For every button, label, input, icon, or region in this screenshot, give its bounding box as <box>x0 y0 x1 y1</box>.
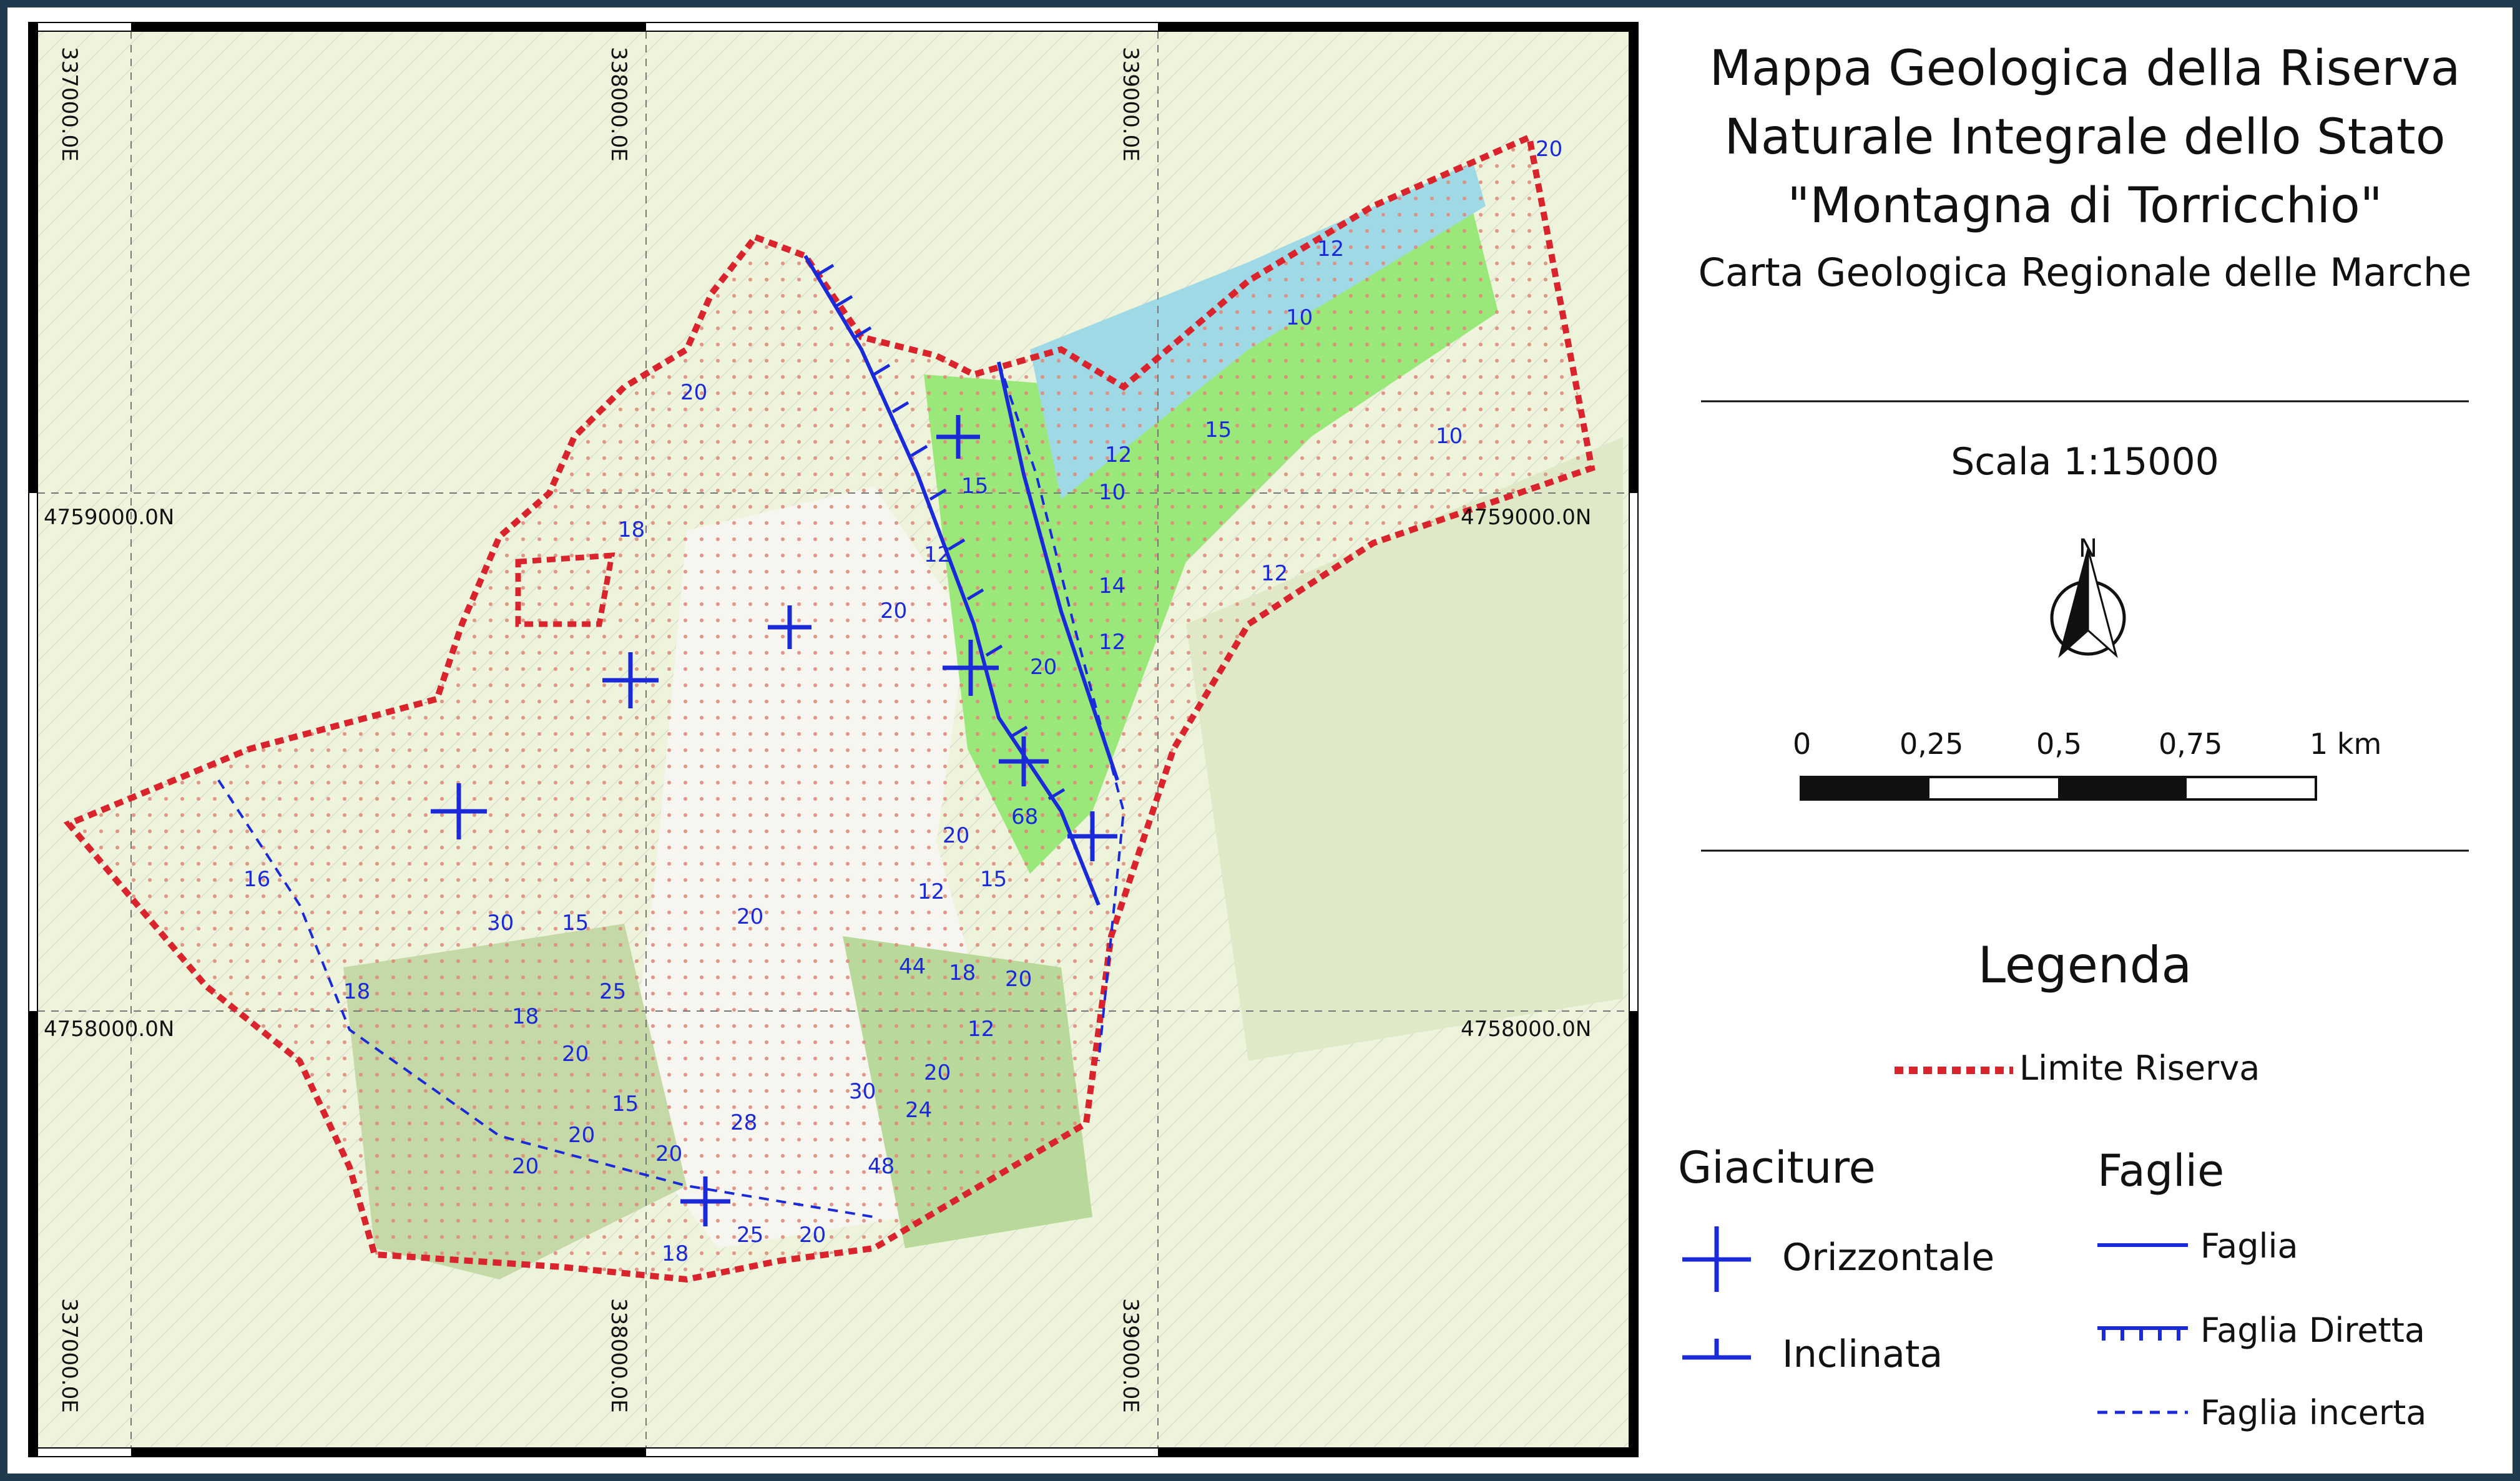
dip-label: 20 <box>512 1154 539 1179</box>
title-line-3: "Montagna di Torricchio" <box>1787 178 2383 234</box>
dip-label: 68 <box>1011 804 1038 829</box>
dip-label: 10 <box>1286 305 1313 330</box>
dip-label: 25 <box>737 1223 763 1248</box>
coord-x-bottom-2: 338000.0E <box>606 1298 631 1413</box>
legend-inclined-symbol <box>1682 1339 1751 1360</box>
scale-bar <box>1800 776 2317 801</box>
scale-tick-05: 0,5 <box>2036 727 2082 761</box>
scale-tick-075: 0,75 <box>2159 727 2223 761</box>
coord-x-top-3: 339000.0E <box>1118 47 1143 162</box>
title-line-2: Naturale Integrale dello Stato <box>1724 109 2446 165</box>
dip-label: 18 <box>343 979 370 1004</box>
scale-tick-0: 0 <box>1793 727 1812 761</box>
dip-label: 20 <box>655 1141 682 1166</box>
legend-orizzontale-label: Orizzontale <box>1782 1236 1995 1279</box>
dip-label: 18 <box>949 960 976 985</box>
dip-label: 44 <box>899 954 926 979</box>
dip-label: 25 <box>599 979 626 1004</box>
dip-label: 20 <box>1030 655 1057 680</box>
dip-label: 18 <box>662 1241 689 1266</box>
dip-label: 20 <box>799 1223 826 1248</box>
dip-label: 20 <box>1005 967 1032 992</box>
dip-label: 20 <box>880 599 907 623</box>
dip-label: 10 <box>1436 424 1463 449</box>
scale-tick-1km: 1 km <box>2310 727 2382 761</box>
legend-horizontal-symbol <box>1682 1226 1751 1292</box>
legend-faglia-incerta-label: Faglia incerta <box>2200 1393 2427 1432</box>
legend-direct-fault-symbol <box>2097 1326 2188 1341</box>
dip-label: 15 <box>612 1092 639 1117</box>
coord-x-top-2: 338000.0E <box>606 47 631 162</box>
map-title: Mappa Geologica della Riserva Naturale I… <box>1685 34 2484 240</box>
north-label: N <box>2079 534 2097 563</box>
dip-label: 20 <box>562 1042 589 1067</box>
dip-label: 15 <box>980 867 1007 892</box>
dip-label: 20 <box>924 1060 951 1085</box>
dip-label: 15 <box>961 474 988 499</box>
dip-label: 20 <box>737 904 763 929</box>
legend-faglia-diretta-label: Faglia Diretta <box>2200 1311 2425 1350</box>
map-subtitle: Carta Geologica Regionale delle Marche <box>1698 250 2472 295</box>
dip-label: 18 <box>512 1004 539 1029</box>
dip-label: 28 <box>730 1110 757 1135</box>
dip-label: 15 <box>562 911 589 936</box>
dip-label: 20 <box>1536 137 1562 162</box>
title-line-1: Mappa Geologica della Riserva <box>1709 41 2461 97</box>
dip-label: 12 <box>1261 561 1288 586</box>
dip-label: 24 <box>905 1098 932 1123</box>
coord-y-left-2: 4758000.0N <box>44 1017 174 1042</box>
dip-label: 30 <box>487 911 514 936</box>
dip-label: 15 <box>1205 418 1232 442</box>
dip-label: 14 <box>1099 574 1125 599</box>
dip-label: 20 <box>680 380 707 405</box>
map-body: 20 18 20 12 15 10 12 14 12 20 10 12 10 1… <box>37 31 1629 1448</box>
legend-reserve-label: Limite Riserva <box>2019 1048 2260 1088</box>
dip-label: 18 <box>618 517 645 542</box>
dip-label: 12 <box>1105 442 1132 467</box>
north-arrow: N <box>2050 534 2126 658</box>
dip-label: 10 <box>1099 480 1125 505</box>
dip-label: 48 <box>868 1154 895 1179</box>
dip-label: 12 <box>918 879 944 904</box>
coord-y-right-2: 4758000.0N <box>1461 1017 1591 1042</box>
legend-inclinata-label: Inclinata <box>1782 1332 1943 1376</box>
scale-tick-025: 0,25 <box>1900 727 1964 761</box>
dip-label: 12 <box>924 542 951 567</box>
dip-label: 20 <box>568 1123 595 1148</box>
dip-label: 12 <box>1099 630 1125 655</box>
dip-label: 16 <box>243 867 270 892</box>
dip-label: 12 <box>1317 237 1344 261</box>
coord-x-top-1: 337000.0E <box>57 47 82 162</box>
coord-x-bottom-1: 337000.0E <box>57 1298 82 1413</box>
legend-faglie-heading: Faglie <box>2097 1145 2225 1196</box>
dip-label: 20 <box>943 823 969 848</box>
coord-x-bottom-3: 339000.0E <box>1118 1298 1143 1413</box>
legend-faglia-label: Faglia <box>2200 1226 2298 1266</box>
dip-label: 30 <box>849 1079 876 1104</box>
coord-y-right-1: 4759000.0N <box>1461 505 1591 530</box>
legend-giaciture-heading: Giaciture <box>1678 1142 1876 1193</box>
coord-y-left-1: 4759000.0N <box>44 505 174 530</box>
scale-label: Scala 1:15000 <box>1951 440 2219 484</box>
legend-title: Legenda <box>1978 936 2192 994</box>
dip-label: 12 <box>968 1017 994 1042</box>
